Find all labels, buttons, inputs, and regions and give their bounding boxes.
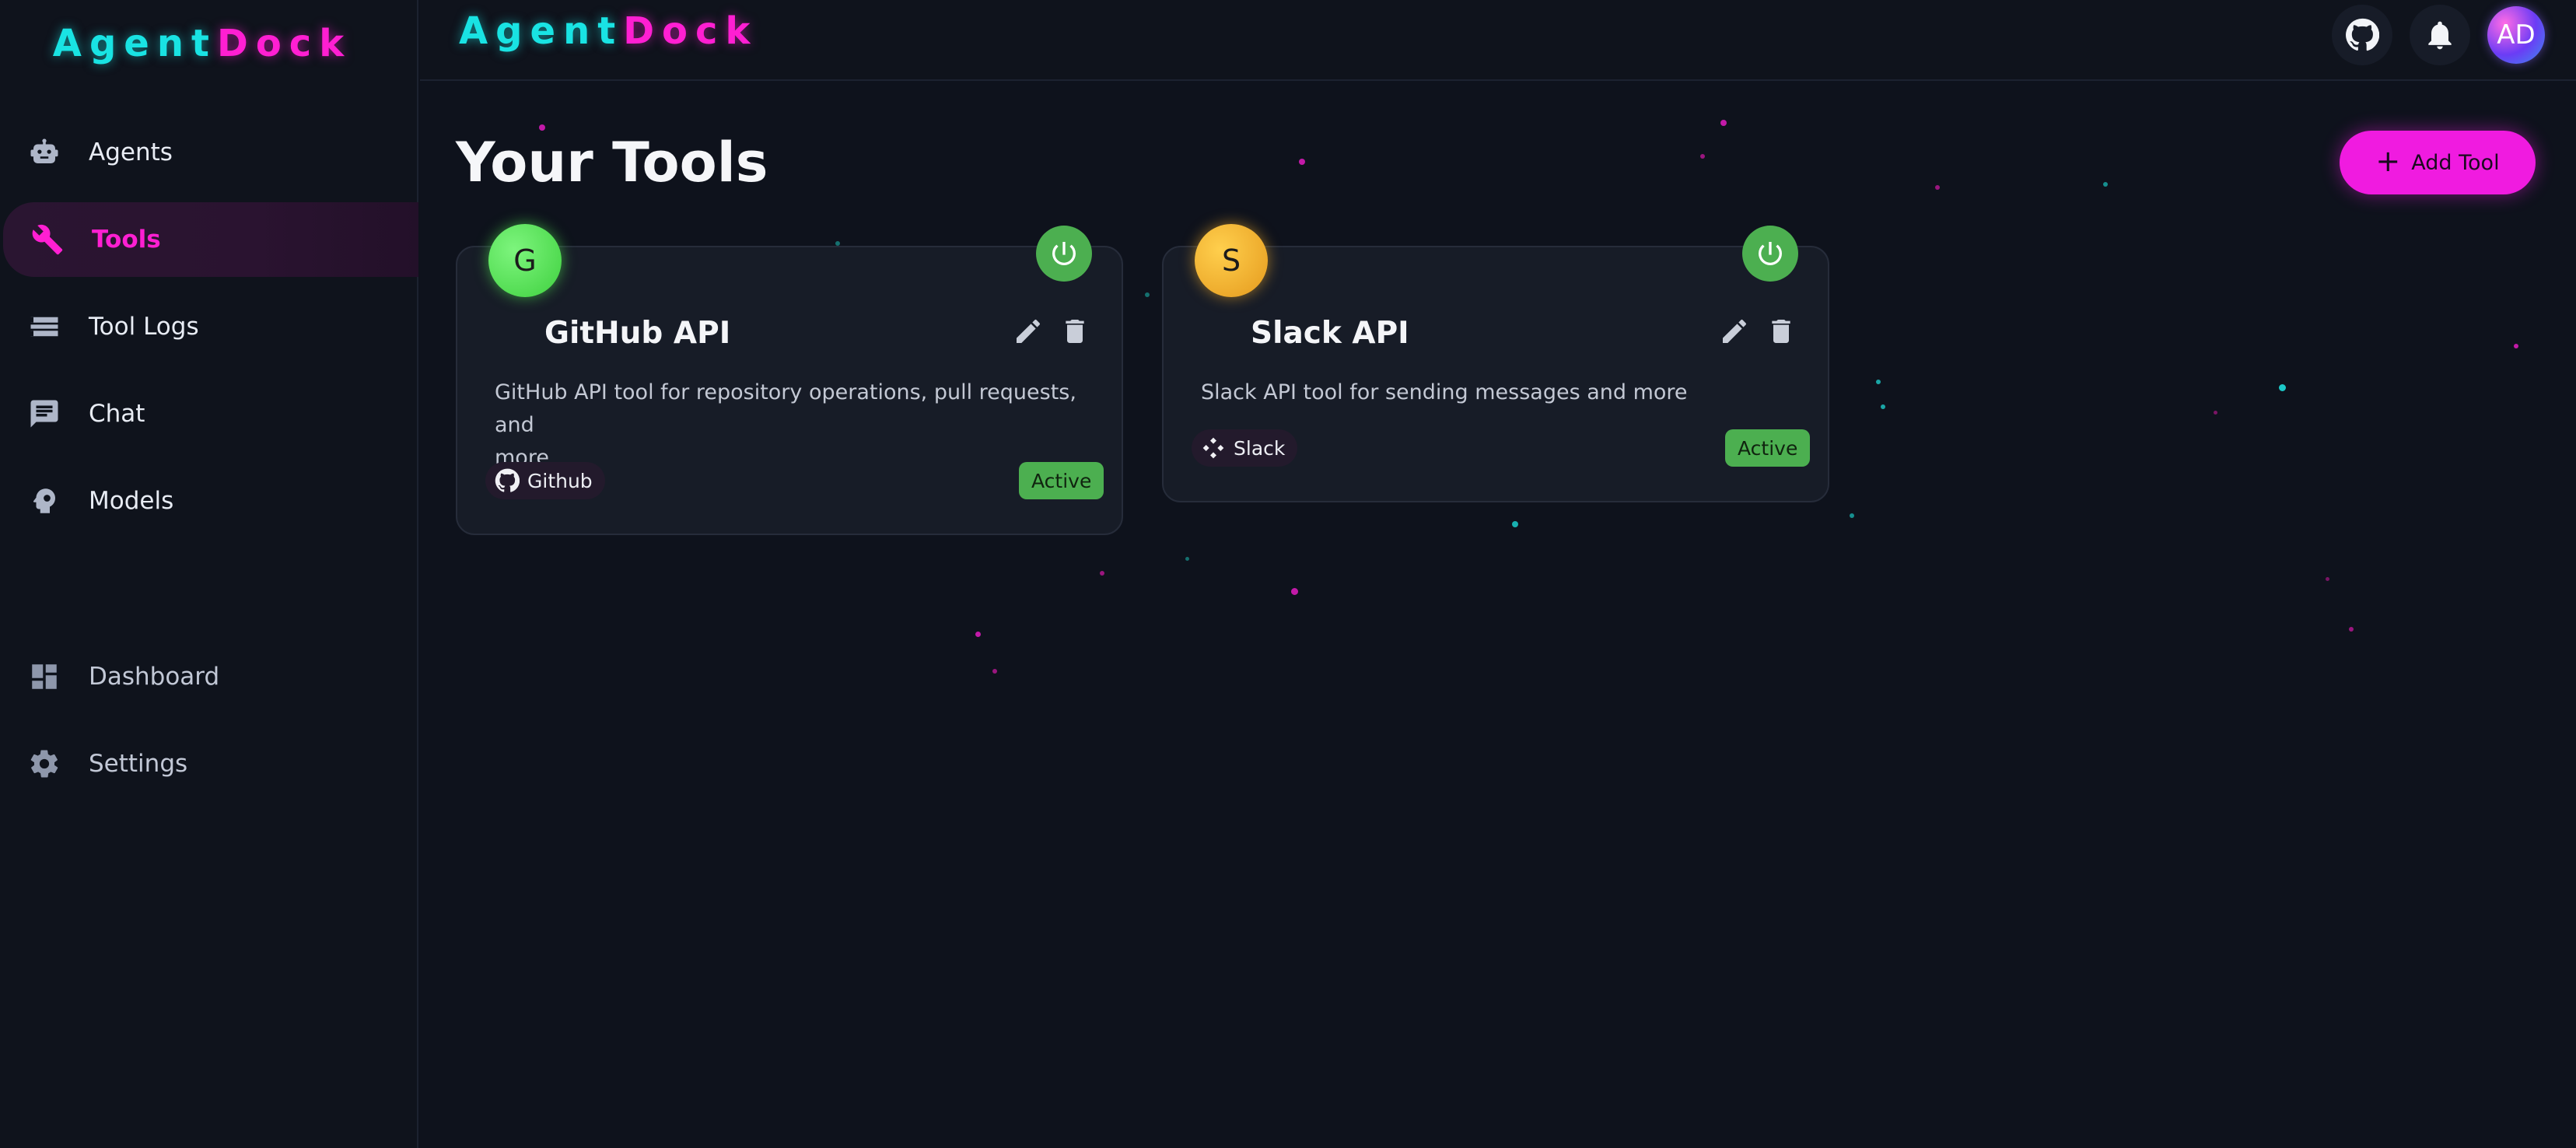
power-toggle-button[interactable]: [1036, 226, 1092, 282]
tool-actions: [1013, 316, 1090, 347]
tool-category-chip: Github: [485, 462, 605, 499]
gear-icon: [28, 747, 61, 780]
sidebar-item-label: Tool Logs: [89, 313, 199, 341]
sidebar-item-tools[interactable]: Tools: [3, 202, 418, 277]
sidebar-item-label: Chat: [89, 400, 145, 428]
tool-description-line: Slack API tool for sending messages and …: [1201, 380, 1688, 404]
tool-card-slack[interactable]: S Slack API Slack API tool for sending m…: [1162, 224, 1829, 502]
github-button[interactable]: [2332, 5, 2392, 65]
power-icon: [1759, 242, 1782, 265]
tool-name: Slack API: [1251, 316, 1409, 351]
logo-text-dock: Dock: [216, 22, 352, 65]
delete-icon[interactable]: [1059, 316, 1090, 347]
avatar[interactable]: AD: [2487, 6, 2545, 64]
tool-description: Slack API tool for sending messages and …: [1201, 376, 1688, 409]
sidebar-item-agents[interactable]: Agents: [0, 115, 418, 190]
header-actions: AD: [2332, 5, 2545, 65]
tool-name: GitHub API: [544, 316, 731, 351]
header-logo[interactable]: AgentDock: [459, 9, 758, 53]
tool-category-label: Github: [527, 469, 593, 492]
tool-card-github[interactable]: G GitHub API GitHub API tool for reposit…: [456, 224, 1123, 535]
top-bar: AgentDock AD: [420, 0, 2576, 81]
sidebar-item-models[interactable]: Models: [0, 464, 418, 538]
sidebar-logo[interactable]: AgentDock: [0, 22, 404, 65]
tool-avatar: S: [1195, 224, 1268, 297]
sidebar-item-tool-logs[interactable]: Tool Logs: [0, 289, 418, 364]
github-icon: [495, 468, 520, 492]
add-tool-button[interactable]: + Add Tool: [2340, 131, 2536, 194]
plus-icon: +: [2375, 144, 2401, 178]
sidebar-item-settings[interactable]: Settings: [0, 726, 418, 801]
tool-category-label: Slack: [1234, 436, 1286, 460]
slack-icon: [1202, 437, 1224, 459]
edit-icon[interactable]: [1013, 316, 1044, 347]
sidebar-item-label: Dashboard: [89, 663, 220, 691]
app-root: AgentDock Agents Tools Tool Logs Chat Mo…: [0, 0, 2576, 1148]
status-badge: Active: [1725, 429, 1811, 467]
edit-icon[interactable]: [1719, 316, 1750, 347]
sidebar-bottom-nav: Dashboard Settings: [0, 639, 418, 801]
delete-icon[interactable]: [1766, 316, 1797, 347]
dashboard-icon: [28, 660, 61, 693]
tool-description-line: GitHub API tool for repository operation…: [495, 380, 1076, 437]
logo-text-agent: Agent: [52, 22, 217, 65]
sidebar-item-label: Models: [89, 487, 174, 515]
power-icon: [1052, 242, 1076, 265]
github-icon: [2346, 18, 2379, 51]
brain-icon: [28, 485, 61, 517]
sidebar-item-label: Tools: [92, 226, 161, 254]
sidebar-nav: Agents Tools Tool Logs Chat Models: [0, 115, 418, 538]
list-icon: [28, 310, 61, 343]
sidebar-item-chat[interactable]: Chat: [0, 376, 418, 451]
chat-icon: [28, 397, 61, 430]
bell-icon: [2428, 21, 2452, 50]
notifications-button[interactable]: [2410, 5, 2470, 65]
power-toggle-button[interactable]: [1742, 226, 1798, 282]
robot-icon: [28, 136, 61, 169]
logo-text-agent: Agent: [459, 9, 624, 53]
tool-avatar: G: [488, 224, 562, 297]
tool-category-chip: Slack: [1192, 429, 1298, 467]
add-tool-label: Add Tool: [2411, 150, 2500, 175]
sidebar-item-label: Agents: [89, 138, 173, 166]
sidebar-item-dashboard[interactable]: Dashboard: [0, 639, 418, 714]
sidebar-item-label: Settings: [89, 750, 188, 778]
page-title: Your Tools: [456, 131, 768, 194]
tool-actions: [1719, 316, 1797, 347]
logo-text-dock: Dock: [623, 9, 758, 53]
sidebar: AgentDock Agents Tools Tool Logs Chat Mo…: [0, 0, 418, 1148]
wrench-icon: [31, 223, 64, 256]
tool-description: GitHub API tool for repository operation…: [495, 376, 1122, 474]
status-badge: Active: [1019, 462, 1104, 499]
